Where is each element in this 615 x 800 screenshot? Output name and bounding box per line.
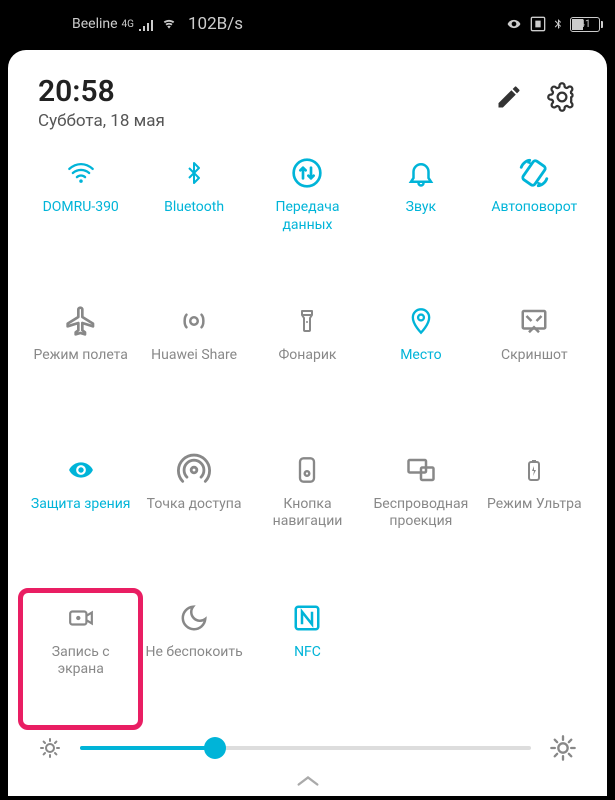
tile-label: Скриншот — [499, 347, 570, 383]
tile-mobile-data[interactable]: Передача данных — [251, 151, 364, 281]
tile-huawei-share[interactable]: Huawei Share — [137, 299, 250, 429]
bluetooth-icon — [176, 155, 212, 191]
wifi-status-icon — [160, 17, 178, 31]
airplane-icon — [63, 303, 99, 339]
tile-navdock[interactable]: Кнопка навигации — [251, 448, 364, 578]
huawei-share-icon — [176, 303, 212, 339]
tile-eye-comfort[interactable]: Защита зрения — [24, 448, 137, 578]
flashlight-icon — [289, 303, 325, 339]
tile-screenshot[interactable]: Скриншот — [478, 299, 591, 429]
tile-nfc[interactable]: NFC — [251, 596, 364, 726]
network-type: 4G — [122, 19, 134, 30]
eye-icon — [63, 452, 99, 488]
autorotate-icon — [516, 155, 552, 191]
carrier-label: Beeline — [72, 16, 118, 32]
brightness-thumb[interactable] — [204, 737, 226, 759]
tile-label: Не беспокоить — [143, 644, 244, 680]
brightness-low-icon — [38, 736, 62, 760]
tile-label: NFC — [292, 644, 323, 680]
battery-icon: 41 — [570, 17, 603, 32]
tile-label: Место — [398, 347, 443, 383]
bluetooth-status-icon — [552, 16, 564, 32]
time-block[interactable]: 20:58 Суббота, 18 мая — [38, 74, 165, 131]
chevron-up-icon — [294, 774, 322, 788]
data-transfer-icon — [289, 155, 325, 191]
tile-label: Беспроводная проекция — [366, 496, 475, 532]
data-speed: 102B/s — [188, 14, 243, 34]
tile-label: Передача данных — [253, 199, 362, 235]
tile-ultra-power[interactable]: Режим Ультра — [478, 448, 591, 578]
tile-hotspot[interactable]: Точка доступа — [137, 448, 250, 578]
brightness-high-icon — [549, 734, 577, 762]
navdock-icon — [289, 452, 325, 488]
screenshot-icon — [516, 303, 552, 339]
tile-label: Автоповорот — [489, 199, 579, 235]
tile-screen-record[interactable]: Запись с экрана — [24, 596, 137, 726]
tile-label: Защита зрения — [29, 496, 133, 532]
wifi-icon — [63, 155, 99, 191]
tile-label: Звук — [404, 199, 438, 235]
brightness-slider[interactable] — [80, 746, 531, 750]
panel-header: 20:58 Суббота, 18 мая — [24, 74, 591, 151]
status-left: Beeline 4G 102B/s — [72, 14, 243, 34]
tile-bluetooth[interactable]: Bluetooth — [137, 151, 250, 281]
tile-label: Запись с экрана — [26, 644, 135, 680]
status-right: 41 — [504, 16, 603, 32]
tile-dnd[interactable]: Не беспокоить — [137, 596, 250, 726]
signal-icon — [138, 17, 156, 31]
tile-autorotate[interactable]: Автоповорот — [478, 151, 591, 281]
edit-icon[interactable] — [495, 83, 523, 111]
tile-flashlight[interactable]: Фонарик — [251, 299, 364, 429]
tile-label: Режим полета — [31, 347, 129, 383]
location-icon — [403, 303, 439, 339]
moon-icon — [176, 600, 212, 636]
clock-date: Суббота, 18 мая — [38, 111, 165, 131]
tile-wireless-projection[interactable]: Беспроводная проекция — [364, 448, 477, 578]
battery-pct: 41 — [571, 18, 599, 31]
bell-icon — [403, 155, 439, 191]
tile-label: Фонарик — [276, 347, 338, 383]
tile-label: Huawei Share — [149, 347, 239, 383]
tile-label: Bluetooth — [162, 199, 226, 235]
tile-location[interactable]: Место — [364, 299, 477, 429]
tile-airplane[interactable]: Режим полета — [24, 299, 137, 429]
brightness-slider-row — [24, 726, 591, 770]
screen-record-icon — [63, 600, 99, 636]
clock-time: 20:58 — [38, 74, 165, 109]
tile-label: Режим Ультра — [485, 496, 584, 532]
tile-label: Кнопка навигации — [253, 496, 362, 532]
quick-settings-panel: 20:58 Суббота, 18 мая DOMRU-390 Bluetoot… — [8, 50, 607, 796]
eye-status-icon — [504, 17, 524, 31]
nfc-status-icon — [530, 16, 546, 32]
battery-saver-icon — [516, 452, 552, 488]
tile-label: DOMRU-390 — [41, 199, 121, 235]
settings-icon[interactable] — [547, 82, 577, 112]
tile-sound[interactable]: Звук — [364, 151, 477, 281]
tile-label: Точка доступа — [145, 496, 244, 532]
collapse-handle[interactable] — [24, 770, 591, 788]
nfc-icon — [289, 600, 325, 636]
cast-icon — [403, 452, 439, 488]
status-bar: Beeline 4G 102B/s 41 — [0, 0, 615, 48]
tiles-grid: DOMRU-390 Bluetooth Передача данных Звук… — [24, 151, 591, 726]
hotspot-icon — [176, 452, 212, 488]
tile-wifi[interactable]: DOMRU-390 — [24, 151, 137, 281]
